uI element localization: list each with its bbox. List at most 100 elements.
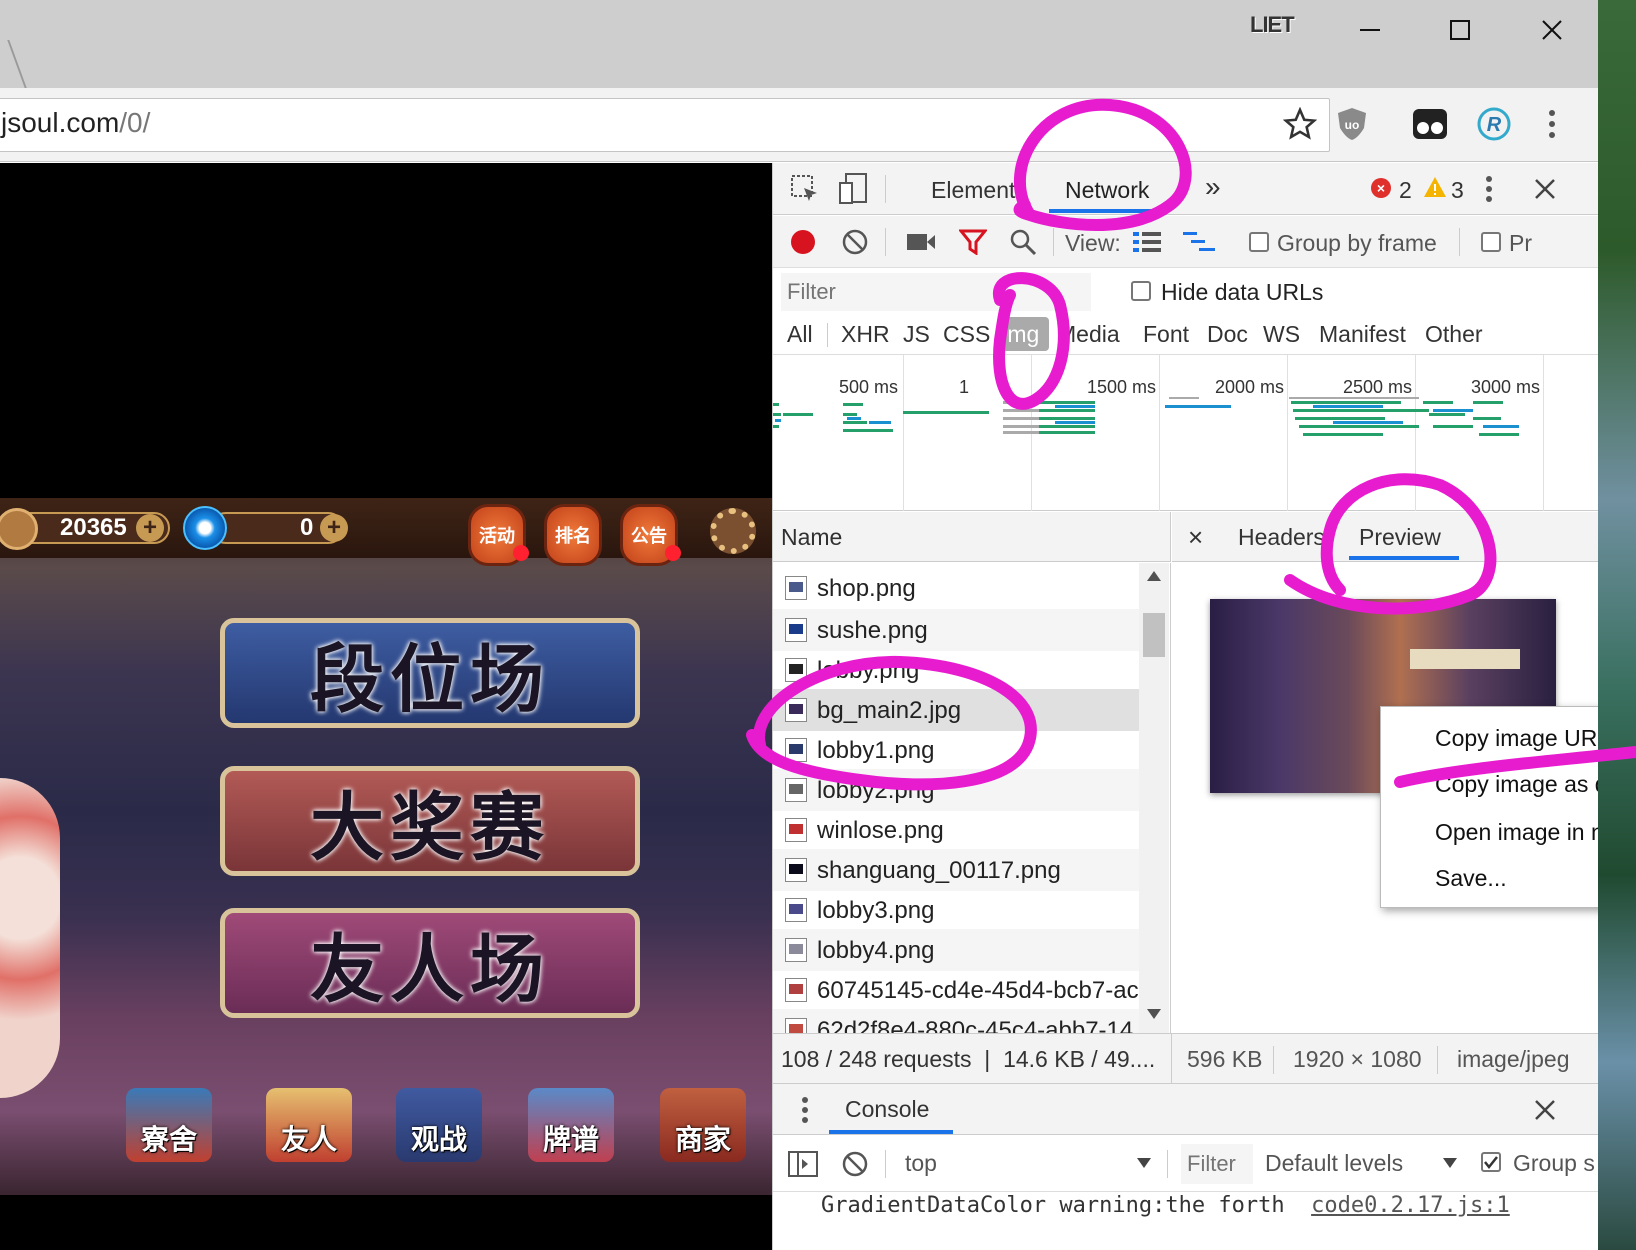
- image-file-icon: [785, 576, 807, 600]
- tab-preview[interactable]: Preview: [1359, 524, 1441, 551]
- spectate-button[interactable]: 观战: [396, 1088, 482, 1162]
- browser-menu-icon[interactable]: [1532, 104, 1572, 144]
- error-icon[interactable]: ×: [1371, 178, 1391, 198]
- type-all[interactable]: All: [787, 321, 813, 348]
- tab-edge[interactable]: [0, 40, 27, 88]
- tampermonkey-extension-icon[interactable]: [1410, 104, 1450, 144]
- request-row[interactable]: lobby4.png: [773, 929, 1139, 971]
- type-css[interactable]: CSS: [943, 321, 990, 348]
- profile-badge[interactable]: LIET: [1250, 12, 1295, 38]
- ranking-lantern-button[interactable]: 排名: [544, 504, 602, 566]
- capture-screenshots-icon[interactable]: [905, 226, 937, 258]
- ublock-extension-icon[interactable]: uo: [1332, 104, 1372, 144]
- close-devtools-icon[interactable]: [1529, 173, 1561, 205]
- request-row[interactable]: 62d2f8e4-880c-45c4-abb7-14: [773, 1009, 1139, 1033]
- search-icon[interactable]: [1007, 226, 1039, 258]
- toggle-sidebar-icon[interactable]: [787, 1148, 819, 1180]
- tab-elements[interactable]: Elements: [931, 177, 1027, 204]
- request-row[interactable]: lobby1.png: [773, 729, 1139, 771]
- type-js[interactable]: JS: [903, 321, 930, 348]
- records-button[interactable]: 牌谱: [528, 1088, 614, 1162]
- friend-match-banner[interactable]: 友人场: [220, 908, 640, 1018]
- clear-console-icon[interactable]: [839, 1148, 871, 1180]
- tab-network[interactable]: Network: [1065, 177, 1149, 204]
- notice-lantern-button[interactable]: 公告: [620, 504, 681, 566]
- shop-button[interactable]: 商家: [660, 1088, 746, 1162]
- tournament-banner[interactable]: 大奖赛: [220, 766, 640, 876]
- preserve-log-checkbox[interactable]: [1481, 232, 1501, 252]
- warning-icon[interactable]: [1423, 175, 1447, 199]
- close-icon: [1542, 20, 1562, 40]
- chevron-down-icon[interactable]: [1137, 1158, 1151, 1168]
- more-tabs-button[interactable]: »: [1205, 171, 1221, 203]
- request-row[interactable]: lobby2.png: [773, 769, 1139, 811]
- gem-amount: 0: [300, 514, 314, 541]
- type-manifest[interactable]: Manifest: [1319, 321, 1406, 348]
- more-detail-tabs-button[interactable]: ›: [1484, 520, 1493, 552]
- type-img[interactable]: Img: [1001, 321, 1039, 348]
- devtools-menu-icon[interactable]: [1473, 173, 1505, 205]
- console-filter-input[interactable]: [1181, 1144, 1253, 1184]
- maximize-button[interactable]: [1425, 8, 1495, 52]
- add-gems-button[interactable]: +: [320, 514, 348, 542]
- close-drawer-icon[interactable]: [1529, 1094, 1561, 1126]
- group-by-frame-checkbox[interactable]: [1249, 232, 1269, 252]
- device-toolbar-icon[interactable]: [837, 173, 869, 205]
- scrollbar-thumb[interactable]: [1143, 613, 1165, 657]
- group-similar-checkbox[interactable]: [1481, 1152, 1501, 1172]
- drawer-menu-icon[interactable]: [789, 1094, 821, 1126]
- request-row[interactable]: lobby3.png: [773, 889, 1139, 931]
- request-row[interactable]: 60745145-cd4e-45d4-bcb7-ac: [773, 969, 1139, 1011]
- request-row[interactable]: lobby.png: [773, 649, 1139, 691]
- image-file-icon: [785, 858, 807, 882]
- hide-data-urls-checkbox[interactable]: [1131, 281, 1151, 301]
- type-font[interactable]: Font: [1143, 321, 1189, 348]
- console-source-link[interactable]: code0.2.17.js:1: [1311, 1193, 1510, 1218]
- settings-gear-icon[interactable]: [710, 508, 756, 554]
- context-selector[interactable]: top: [905, 1150, 937, 1177]
- ranked-match-banner[interactable]: 段位场: [220, 618, 640, 728]
- close-window-button[interactable]: [1517, 8, 1587, 52]
- events-lantern-button[interactable]: 活动: [468, 504, 529, 566]
- ranking-label: 排名: [555, 526, 591, 546]
- error-count[interactable]: 2: [1399, 177, 1412, 204]
- type-doc[interactable]: Doc: [1207, 321, 1248, 348]
- filter-input[interactable]: [781, 273, 1091, 311]
- clear-icon[interactable]: [839, 226, 871, 258]
- r-extension-icon[interactable]: R: [1474, 104, 1514, 144]
- name-column-header[interactable]: Name: [773, 512, 1171, 562]
- friends-button[interactable]: 友人: [266, 1088, 352, 1162]
- network-status-bar: 108 / 248 requests | 14.6 KB / 49.... 59…: [773, 1033, 1598, 1086]
- record-icon[interactable]: [787, 226, 819, 258]
- large-rows-icon[interactable]: [1131, 226, 1163, 258]
- tab-console[interactable]: Console: [845, 1096, 929, 1123]
- type-ws[interactable]: WS: [1263, 321, 1300, 348]
- request-row[interactable]: sushe.png: [773, 609, 1139, 651]
- request-row[interactable]: shop.png: [773, 567, 1139, 609]
- address-bar[interactable]: jsoul.com/0/: [0, 98, 1330, 152]
- request-row-selected[interactable]: bg_main2.jpg: [773, 689, 1139, 731]
- request-row[interactable]: winlose.png: [773, 809, 1139, 851]
- url-text[interactable]: jsoul.com/0/: [1, 107, 150, 139]
- scroll-down-icon[interactable]: [1147, 1009, 1161, 1019]
- bookmark-star-icon[interactable]: [1282, 106, 1318, 146]
- type-media[interactable]: Media: [1057, 321, 1120, 348]
- tab-headers[interactable]: Headers: [1238, 524, 1325, 551]
- type-other[interactable]: Other: [1425, 321, 1483, 348]
- minimize-button[interactable]: [1335, 8, 1405, 52]
- log-levels-dropdown[interactable]: Default levels: [1265, 1150, 1403, 1177]
- type-xhr[interactable]: XHR: [841, 321, 890, 348]
- chevron-down-icon[interactable]: [1443, 1158, 1457, 1168]
- game-canvas[interactable]: 20365 + 0 + 活动 排名 公告 段位场 大奖赛 友人场 寮舍 友人 观…: [0, 498, 772, 1195]
- warning-count[interactable]: 3: [1451, 177, 1464, 204]
- waterfall-icon[interactable]: [1183, 226, 1215, 258]
- request-row[interactable]: shanguang_00117.png: [773, 849, 1139, 891]
- close-detail-button[interactable]: ×: [1188, 522, 1203, 553]
- inspect-element-icon[interactable]: [789, 173, 821, 205]
- dorm-button[interactable]: 寮舍: [126, 1088, 212, 1162]
- filter-funnel-icon[interactable]: [957, 226, 989, 258]
- add-coins-button[interactable]: +: [136, 514, 164, 542]
- request-list-scrollbar[interactable]: [1139, 563, 1169, 1033]
- name-header-label: Name: [781, 524, 843, 550]
- scroll-up-icon[interactable]: [1147, 571, 1161, 581]
